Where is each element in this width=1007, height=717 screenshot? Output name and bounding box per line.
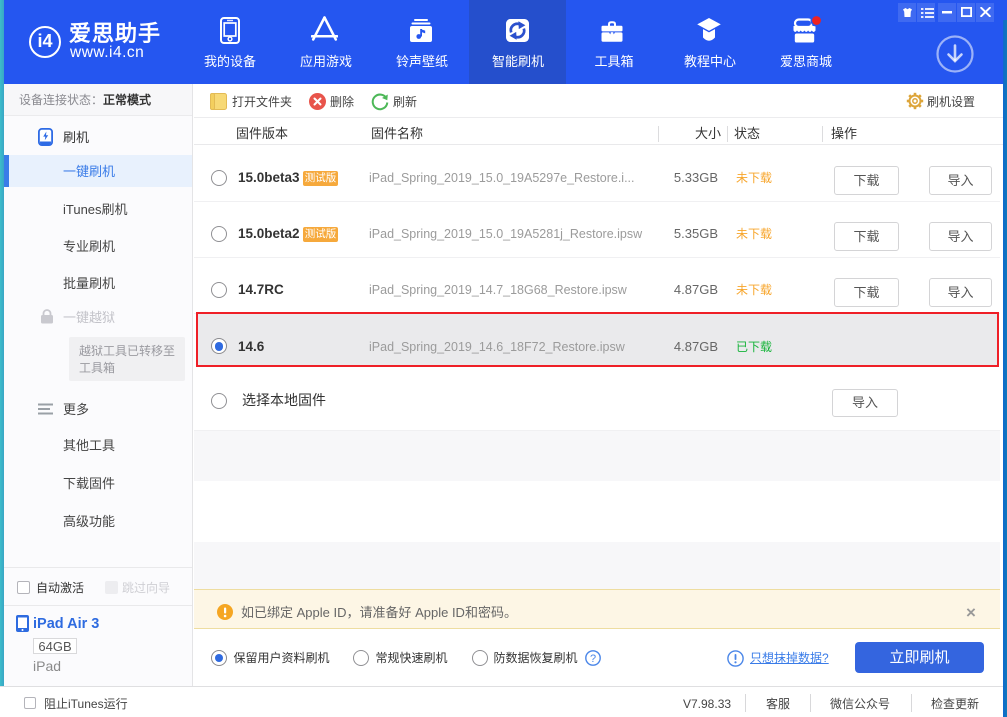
svg-text:?: ? [590, 653, 596, 665]
